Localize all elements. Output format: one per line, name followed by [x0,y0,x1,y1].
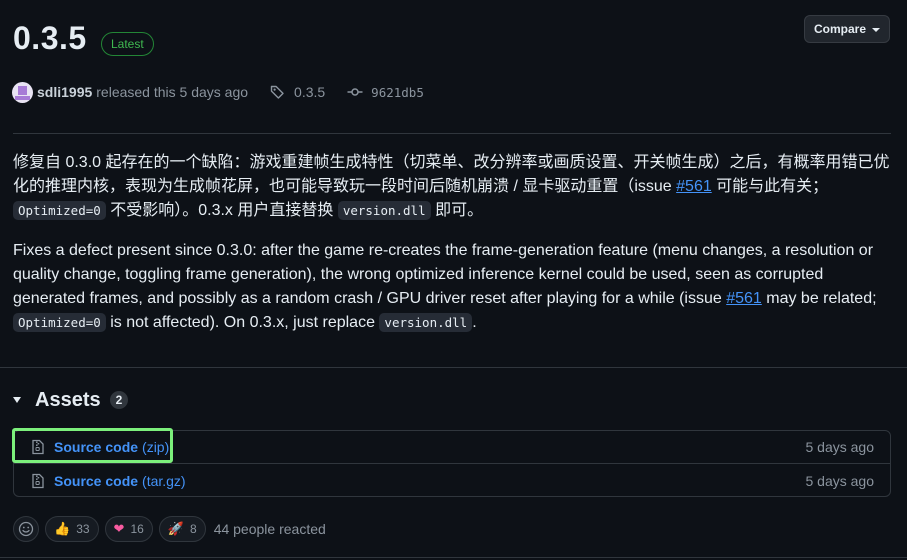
tag-link[interactable]: 0.3.5 [270,84,325,100]
release-notes-en: Fixes a defect present since 0.3.0: afte… [13,239,883,335]
triangle-down-icon [13,397,21,403]
asset-link-zip[interactable]: Source code (zip) [54,439,169,455]
reactions-summary: 44 people reacted [213,521,326,537]
smiley-icon [18,521,34,537]
asset-time: 5 days ago [805,439,875,455]
commit-icon [347,88,363,96]
divider [0,367,907,368]
file-zip-icon [32,473,44,488]
issue-link[interactable]: #561 [676,178,712,195]
compare-button[interactable]: Compare [804,15,890,43]
notes-text: 不受影响）。0.3.x 用户直接替换 [105,202,338,219]
avatar[interactable] [12,81,33,103]
assets-count-badge: 2 [109,391,129,409]
released-text: released this 5 days ago [96,84,249,100]
asset-link-targz[interactable]: Source code (tar.gz) [54,473,186,489]
asset-name: Source code [54,472,139,489]
release-meta: sdli1995 released this 5 days ago 0.3.5 … [12,81,424,103]
asset-time: 5 days ago [805,472,875,489]
reaction-count: 8 [190,522,197,536]
reaction-rocket[interactable]: 🚀 8 [158,516,206,542]
commit-link[interactable]: 9621db5 [347,84,424,100]
add-reaction-button[interactable] [13,516,39,542]
reaction-heart[interactable]: ❤ 16 [104,516,153,542]
commit-hash: 9621db5 [371,84,424,100]
tag-icon [270,85,284,99]
tag-name: 0.3.5 [294,84,326,100]
assets-list: Source code (zip) 5 days ago Source code… [13,430,891,497]
chevron-down-icon [872,28,880,32]
release-title: 0.3.5 [13,20,87,56]
latest-badge: Latest [101,32,154,56]
asset-ext: (tar.gz) [142,472,186,489]
notes-text: . [472,314,477,331]
author-link[interactable]: sdli1995 [37,84,92,100]
inline-code: Optimized=0 [13,313,106,332]
notes-text: is not affected). On 0.3.x, just replace [105,314,380,331]
heart-icon: ❤ [113,521,125,536]
asset-row: Source code (tar.gz) 5 days ago [14,464,890,497]
notes-text: 即可。 [430,202,484,219]
divider [0,557,907,558]
reaction-count: 16 [130,522,144,536]
notes-text: may be related; [761,290,877,307]
inline-code: Optimized=0 [13,201,106,220]
asset-row: Source code (zip) 5 days ago [14,431,890,464]
rocket-icon: 🚀 [167,521,184,536]
inline-code: version.dll [379,313,473,332]
assets-title: Assets [35,388,101,411]
issue-link[interactable]: #561 [726,290,762,307]
divider [13,133,891,134]
compare-label: Compare [813,22,866,36]
assets-toggle[interactable]: Assets 2 [13,388,129,412]
reactions-bar: 👍 33 ❤ 16 🚀 8 44 people reacted [13,516,326,542]
reaction-count: 33 [76,522,90,536]
reaction-thumbs-up[interactable]: 👍 33 [45,516,99,542]
inline-code: version.dll [337,201,431,220]
asset-ext: (zip) [142,439,170,455]
release-notes-zh: 修复自 0.3.0 起存在的一个缺陷：游戏重建帧生成特性（切菜单、改分辨率或画质… [13,151,893,223]
file-zip-icon [32,439,44,455]
thumbs-up-icon: 👍 [54,521,71,536]
asset-name: Source code [54,439,139,455]
notes-text: 可能与此有关； [711,178,829,195]
